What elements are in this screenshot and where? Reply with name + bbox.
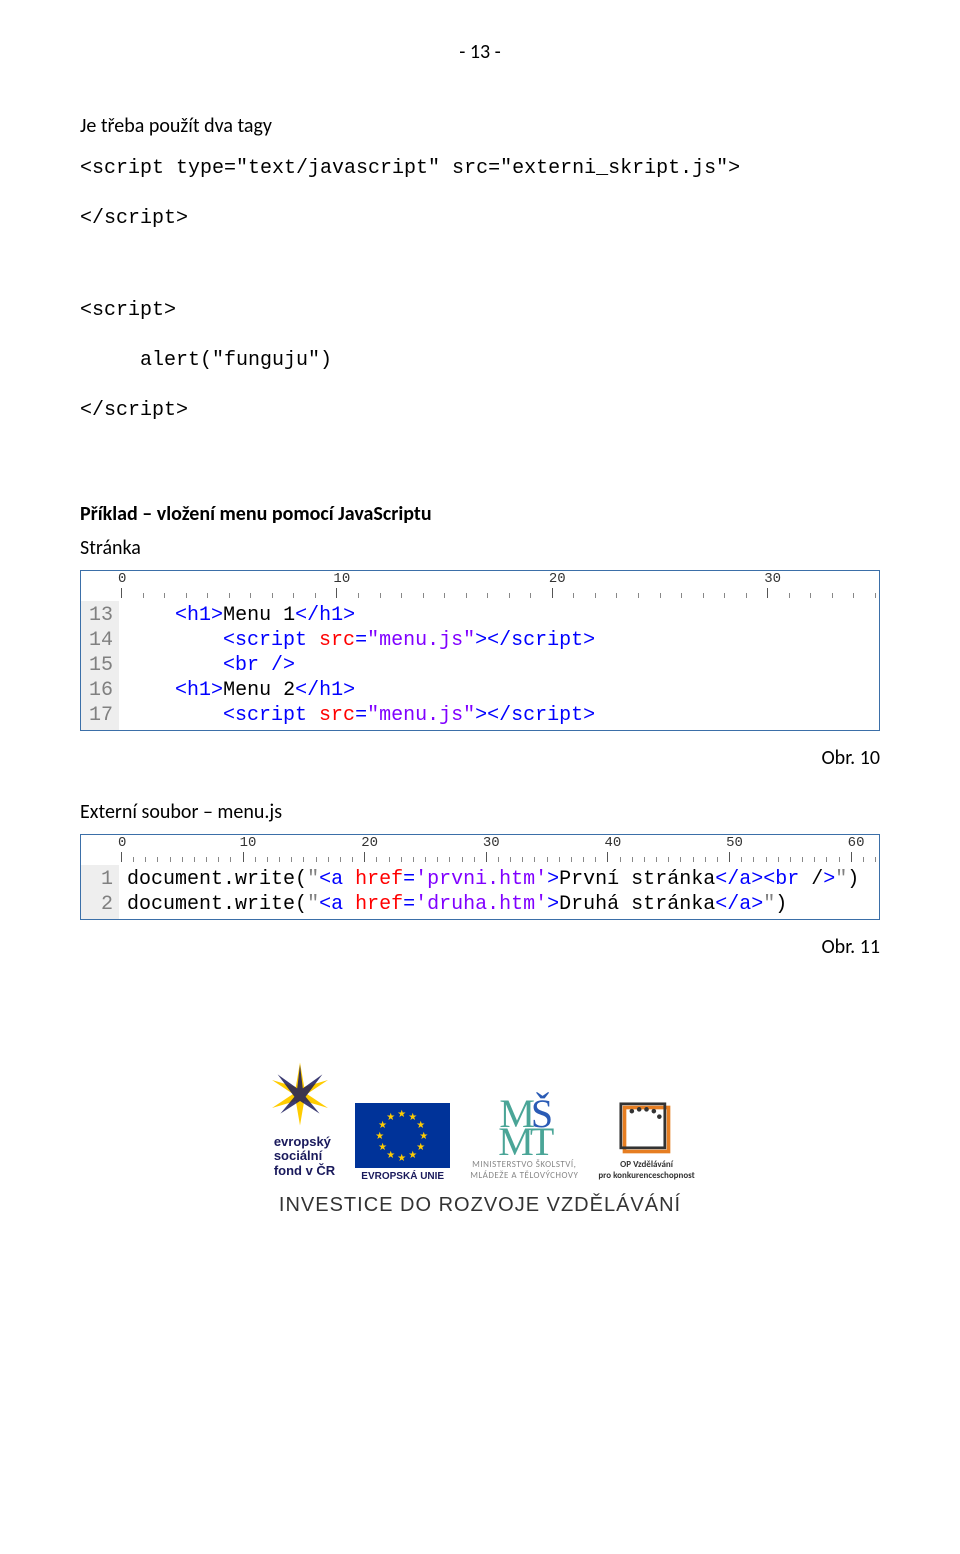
line-gutter: 1314151617 [81, 601, 119, 730]
code-block-1-line-1: <script type="text/javascript" src="exte… [80, 150, 880, 188]
msmt-logo: MŠMT MINISTERSTVO ŠKOLSTVÍ, MLÁDEŽE A TĚ… [470, 1100, 578, 1182]
code-editor-fig-2: 0102030405060 12 document.write("<a href… [80, 834, 880, 920]
invest-text: INVESTICE DO ROZVOJE VZDĚLÁVÁNÍ [40, 1194, 920, 1217]
msmt-line-2: MLÁDEŽE A TĚLOVÝCHOVY [470, 1171, 578, 1182]
code-block-2-line-3: </script> [80, 392, 880, 430]
esf-burst-icon [265, 1059, 335, 1129]
line-gutter: 12 [81, 865, 119, 919]
code-block-2-line-1: <script> [80, 292, 880, 330]
section-2-title: Externí soubor – menu.js [80, 800, 880, 824]
opvk-line-2: pro konkurenceschopnost [598, 1171, 694, 1182]
esf-logo: evropský sociální fond v ČR [265, 1059, 335, 1182]
footer-logos: evropský sociální fond v ČR ★★★★★★★★★★★★… [0, 1059, 960, 1217]
msmt-glyph-icon: MŠMT [498, 1100, 550, 1156]
eu-logo: ★★★★★★★★★★★★ EVROPSKÁ UNIE [355, 1103, 450, 1182]
section-1-title: Příklad – vložení menu pomocí JavaScript… [80, 502, 880, 526]
eu-label: EVROPSKÁ UNIE [361, 1171, 444, 1182]
fig-1-caption: Obr. 10 [80, 746, 880, 770]
fig-2-caption: Obr. 11 [80, 935, 880, 959]
code-block-1-line-2: </script> [80, 200, 880, 238]
code-lines: document.write("<a href='prvni.htm'>Prvn… [119, 865, 879, 919]
ruler: 0102030405060 [81, 835, 879, 865]
page-number: - 13 - [80, 40, 880, 64]
section-1-sub: Stránka [80, 536, 880, 560]
ruler: 0102030 [81, 571, 879, 601]
esf-line-2: sociální [274, 1149, 335, 1163]
esf-line-3: fond v ČR [274, 1164, 335, 1178]
eu-flag-icon: ★★★★★★★★★★★★ [355, 1103, 450, 1168]
code-block-2-line-2: alert("funguju") [80, 342, 880, 380]
code-lines: <h1>Menu 1</h1> <script src="menu.js"></… [119, 601, 879, 730]
intro-text: Je třeba použít dva tagy [80, 114, 880, 138]
opvk-icon [619, 1102, 674, 1157]
esf-line-1: evropský [274, 1135, 335, 1149]
opvk-logo: OP Vzdělávání pro konkurenceschopnost [598, 1102, 694, 1182]
code-editor-fig-1: 0102030 1314151617 <h1>Menu 1</h1> <scri… [80, 570, 880, 731]
